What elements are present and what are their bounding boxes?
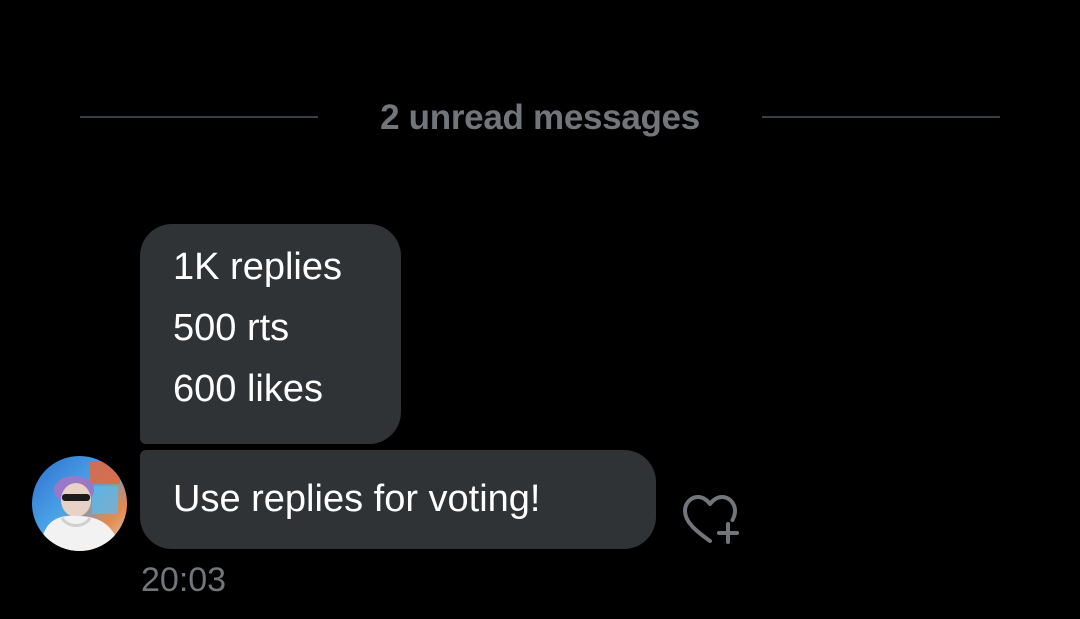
sender-avatar[interactable] xyxy=(32,456,127,551)
message-line: 500 rts xyxy=(173,307,290,349)
avatar-image xyxy=(32,456,127,551)
divider-line-left xyxy=(80,116,318,118)
message-bubble-stats[interactable]: 1K replies 500 rts 600 likes xyxy=(140,224,401,444)
heart-plus-icon[interactable] xyxy=(680,492,740,548)
message-bubble-voting[interactable]: Use replies for voting! xyxy=(140,450,656,549)
divider-line-right xyxy=(762,116,1000,118)
message-timestamp: 20:03 xyxy=(141,561,227,599)
message-line: 1K replies xyxy=(173,246,342,288)
message-line: 600 likes xyxy=(173,368,323,410)
unread-messages-label: 2 unread messages xyxy=(380,98,700,137)
